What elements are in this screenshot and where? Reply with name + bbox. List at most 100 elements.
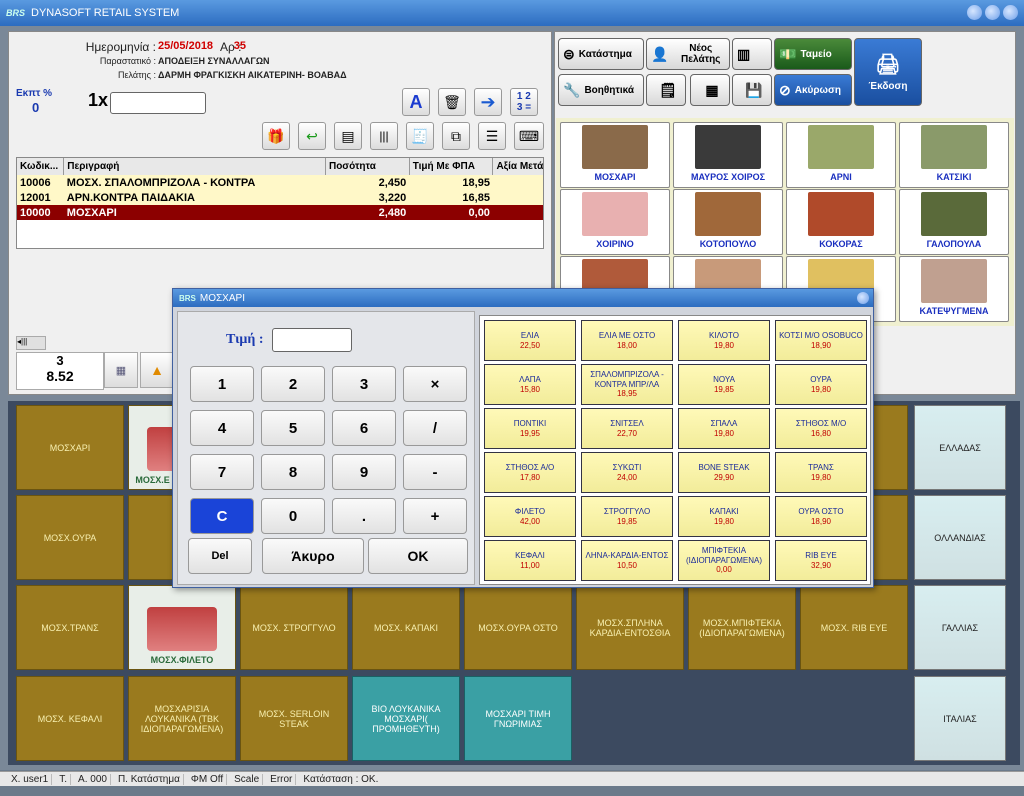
- cut-price-button[interactable]: ΣΠΑΛΟΜΠΡΙΖΟΛΑ - ΚΟΝΤΡΑ ΜΠΡ/ΛΑ 18,95: [581, 364, 673, 405]
- barcode-pointer-button[interactable]: ▥: [732, 38, 772, 70]
- new-client-button[interactable]: 👤 Νέος Πελάτης: [646, 38, 730, 70]
- sheet-button[interactable]: ▦: [690, 74, 730, 106]
- category-tile[interactable]: ΚΟΚΟΡΑΣ: [786, 189, 896, 255]
- cut-price-button[interactable]: ΕΛΙΑ 22,50: [484, 320, 576, 361]
- save-button[interactable]: 💾: [732, 74, 772, 106]
- trash-icon[interactable]: 🗑: [438, 88, 466, 116]
- cut-price-button[interactable]: ΚΟΤΣΙ Μ/Ο OSOBUCO 18,90: [775, 320, 867, 361]
- list-icon[interactable]: ☰: [478, 122, 506, 150]
- product-tile[interactable]: ΜΟΣΧ.ΤΡΑΝΣ: [16, 585, 124, 670]
- keypad-key[interactable]: .: [332, 498, 396, 534]
- category-tile[interactable]: ΓΑΛΟΠΟΥΛΑ: [899, 189, 1009, 255]
- del-button[interactable]: Del: [188, 538, 252, 574]
- barcode-icon[interactable]: |||: [370, 122, 398, 150]
- category-tile[interactable]: ΚΑΤΣΙΚΙ: [899, 122, 1009, 188]
- keypad-key[interactable]: 2: [261, 366, 325, 402]
- category-tile[interactable]: ΚΟΤΟΠΟΥΛΟ: [673, 189, 783, 255]
- column-header[interactable]: Ποσότητα: [325, 158, 410, 175]
- cash-register-icon[interactable]: ▤: [334, 122, 362, 150]
- keypad-key[interactable]: 1: [190, 366, 254, 402]
- dialog-close-icon[interactable]: [857, 292, 869, 304]
- product-tile[interactable]: ΜΟΣΧΑΡΙ: [16, 405, 124, 490]
- price-input[interactable]: [272, 328, 352, 352]
- cut-price-button[interactable]: ΚΑΠΑΚΙ 19,80: [678, 496, 770, 537]
- cashier-button[interactable]: 💵 Ταμείο: [774, 38, 852, 70]
- close-icon[interactable]: [1003, 5, 1018, 20]
- cut-price-button[interactable]: ΚΕΦΑΛΙ 11,00: [484, 540, 576, 581]
- column-header[interactable]: Τιμή Με ΦΠΑ: [409, 158, 494, 175]
- cut-price-button[interactable]: ΠΟΝΤΙΚΙ 19,95: [484, 408, 576, 449]
- product-tile[interactable]: ΜΟΣΧΑΡΙΣΙΑ ΛΟΥΚΑΝΙΚΑ (ΤΒΚ ΙΔΙΟΠΑΡΑΓΩΜΕΝΑ…: [128, 676, 236, 761]
- table-row[interactable]: 10006 ΜΟΣΧ. ΣΠΑΛΟΜΠΡΙΖΟΛΑ - ΚΟΝΤΡΑ 2,450 18…: [17, 175, 543, 190]
- undo-icon[interactable]: ↩: [298, 122, 326, 150]
- category-tile[interactable]: ΜΟΣΧΑΡΙ: [560, 122, 670, 188]
- country-tile[interactable]: ΕΛΛΑΔΑΣ: [914, 405, 1006, 490]
- cut-price-button[interactable]: ΣΤΗΘΟΣ Α/Ο 17,80: [484, 452, 576, 493]
- cut-price-button[interactable]: ΤΡΑΝΣ 19,80: [775, 452, 867, 493]
- cut-price-button[interactable]: ΝΟΥΑ 19,85: [678, 364, 770, 405]
- column-header[interactable]: Κωδικ...: [17, 158, 65, 175]
- country-tile[interactable]: ΟΛΛΑΝΔΙΑΣ: [914, 495, 1006, 580]
- product-tile[interactable]: ΒΙΟ ΛΟΥΚΑΝΙΚΑ ΜΟΣΧΑΡΙ( ΠΡΟΜΗΘΕΥΤΗ): [352, 676, 460, 761]
- cut-price-button[interactable]: ΣΠΑΛΑ 19,80: [678, 408, 770, 449]
- issue-button[interactable]: 🖨 Έκδοση: [854, 38, 922, 106]
- category-tile[interactable]: ΜΑΥΡΟΣ ΧΟΙΡΟΣ: [673, 122, 783, 188]
- product-tile[interactable]: ΜΟΣΧ.ΜΠΙΦΤΕΚΙΑ (ΙΔΙΟΠΑΡΑΓΩΜΕΝΑ): [688, 585, 796, 670]
- column-header[interactable]: Περιγραφή: [63, 158, 326, 175]
- keypad-key[interactable]: 7: [190, 454, 254, 490]
- keypad-key[interactable]: 0: [261, 498, 325, 534]
- keypad-key[interactable]: -: [403, 454, 467, 490]
- cut-price-button[interactable]: ΜΠΙΦΤΕΚΙΑ (ΙΔΙΟΠΑΡΑΓΩΜΕΝΑ) 0,00: [678, 540, 770, 581]
- keypad-key[interactable]: ×: [403, 366, 467, 402]
- cut-price-button[interactable]: ΣΥΚΩΤΙ 24,00: [581, 452, 673, 493]
- cut-price-button[interactable]: ΛΗΝΑ-ΚΑΡΔΙΑ-ΕΝΤΟΣ 10,50: [581, 540, 673, 581]
- warning-icon[interactable]: ▲: [140, 352, 174, 388]
- product-tile[interactable]: ΜΟΣΧ. SERLOIN STEAK: [240, 676, 348, 761]
- category-tile[interactable]: ΧΟΙΡΙΝΟ: [560, 189, 670, 255]
- cut-price-button[interactable]: ΟΥΡΑ ΟΣΤΟ 18,90: [775, 496, 867, 537]
- minimize-icon[interactable]: [967, 5, 982, 20]
- product-tile[interactable]: ΜΟΣΧ.ΦΙΛΕΤΟ: [128, 585, 236, 670]
- product-tile[interactable]: ΜΟΣΧ. RIB EYE: [800, 585, 908, 670]
- maximize-icon[interactable]: [985, 5, 1000, 20]
- calculator-icon[interactable]: 1 23 =: [510, 88, 538, 116]
- table-row[interactable]: 12001ΑΡΝ.ΚΟΝΤΡΑ ΠΑΙΔΑΚΙΑ3,22016,8554,26(: [17, 190, 543, 205]
- table-row[interactable]: 10000ΜΟΣΧΑΡΙ2,4800,000,00(: [17, 205, 543, 220]
- keypad-key[interactable]: 5: [261, 410, 325, 446]
- note-button[interactable]: 🗒: [646, 74, 686, 106]
- cut-price-button[interactable]: ΣΤΡΟΓΓΥΛΟ 19,85: [581, 496, 673, 537]
- product-tile[interactable]: ΜΟΣΧ.ΟΥΡΑ: [16, 495, 124, 580]
- country-tile[interactable]: ΓΑΛΛΙΑΣ: [914, 585, 1006, 670]
- keyboard-icon[interactable]: ⌨: [514, 122, 544, 150]
- product-tile[interactable]: ΜΟΣΧ. ΚΕΦΑΛΙ: [16, 676, 124, 761]
- cut-price-button[interactable]: ΣΤΗΘΟΣ Μ/Ο 16,80: [775, 408, 867, 449]
- calc-small-icon[interactable]: ▦: [104, 352, 138, 388]
- category-tile[interactable]: ΚΑΤΕΨΥΓΜΕΝΑ: [899, 256, 1009, 322]
- product-tile[interactable]: ΜΟΣΧΑΡΙ ΤΙΜΗ ΓΝΩΡΙΜΙΑΣ: [464, 676, 572, 761]
- cut-price-button[interactable]: ΛΑΠΑ 15,80: [484, 364, 576, 405]
- product-tile[interactable]: ΜΟΣΧ. ΚΑΠΑΚΙ: [352, 585, 460, 670]
- cut-price-button[interactable]: BONE STEAK 29,90: [678, 452, 770, 493]
- cut-price-button[interactable]: ΣΝΙΤΣΕΛ 22,70: [581, 408, 673, 449]
- scroll-left-icon[interactable]: ◂|||: [16, 336, 46, 350]
- keypad-key[interactable]: +: [403, 498, 467, 534]
- helpers-button[interactable]: 🔧 Βοηθητικά: [558, 74, 644, 106]
- copy-icon[interactable]: ⧉: [442, 122, 470, 150]
- keypad-key[interactable]: 3: [332, 366, 396, 402]
- cut-price-button[interactable]: ΕΛΙΑ ΜΕ ΟΣΤΟ 18,00: [581, 320, 673, 361]
- column-header[interactable]: Αξία Μετά Έκπτ...: [492, 158, 543, 175]
- ok-button[interactable]: OK: [368, 538, 468, 574]
- keypad-key[interactable]: C: [190, 498, 254, 534]
- product-tile[interactable]: ΜΟΣΧ.ΟΥΡΑ ΟΣΤΟ: [464, 585, 572, 670]
- gift-icon[interactable]: 🎁: [262, 122, 290, 150]
- receipt-icon[interactable]: 🧾: [406, 122, 434, 150]
- store-button[interactable]: ⊜ Κατάστημα: [558, 38, 644, 70]
- product-tile[interactable]: ΜΟΣΧ.ΣΠΛΗΝΑ ΚΑΡΔΙΑ-ΕΝΤΟΣΘΙΑ: [576, 585, 684, 670]
- cancel-button[interactable]: Άκυρο: [262, 538, 364, 574]
- cancel-sale-button[interactable]: ⊘ Ακύρωση: [774, 74, 852, 106]
- arrow-right-icon[interactable]: ➔: [474, 88, 502, 116]
- font-a-icon[interactable]: A: [402, 88, 430, 116]
- country-tile[interactable]: ΙΤΑΛΙΑΣ: [914, 676, 1006, 761]
- keypad-key[interactable]: /: [403, 410, 467, 446]
- keypad-key[interactable]: 6: [332, 410, 396, 446]
